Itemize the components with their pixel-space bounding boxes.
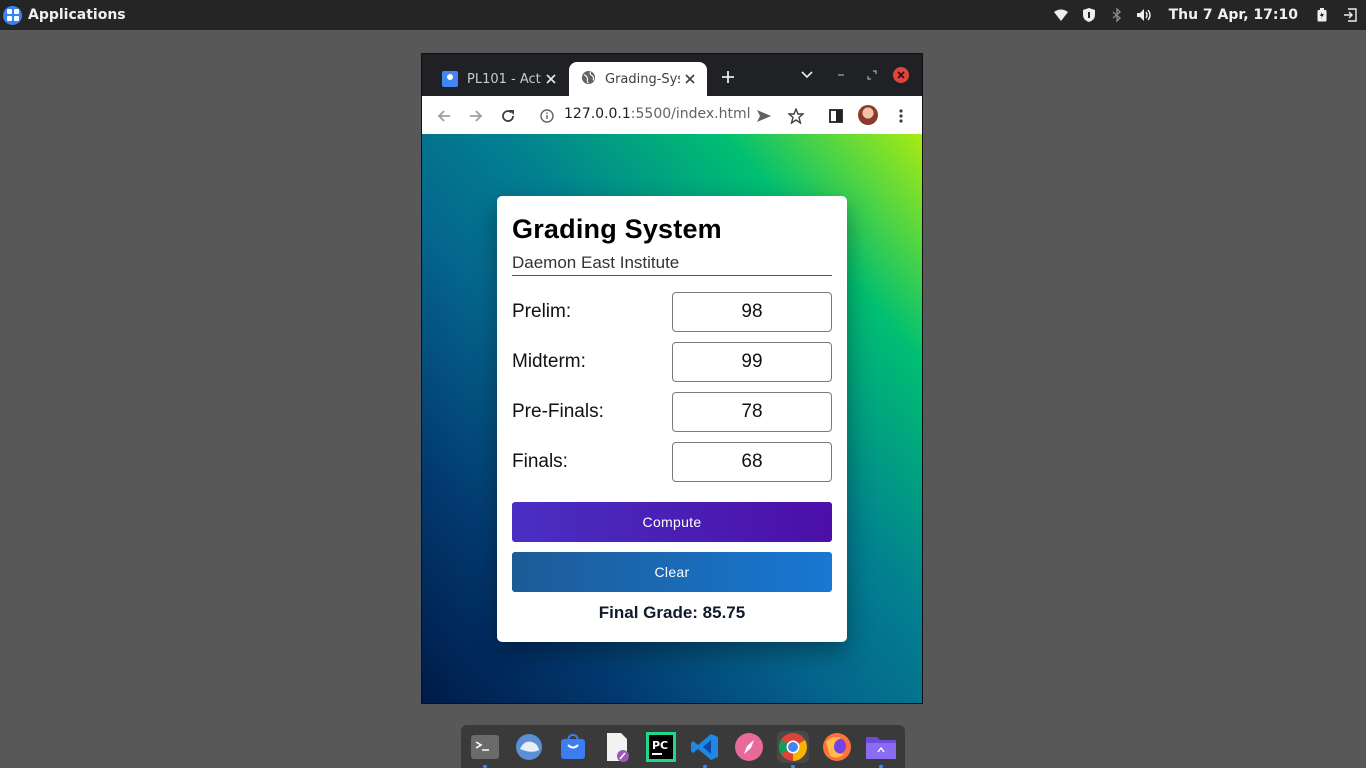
browser-toolbar: 127.0.0.1:5500/index.html <box>422 96 922 134</box>
send-icon[interactable] <box>755 107 773 125</box>
prefinals-label: Pre-Finals: <box>512 401 604 422</box>
page-viewport: Grading System Daemon East Institute Pre… <box>422 134 922 703</box>
applications-label: Applications <box>28 7 126 23</box>
minimize-button[interactable] <box>834 67 848 83</box>
mail-icon[interactable] <box>513 731 545 763</box>
battery-icon[interactable] <box>1314 7 1330 23</box>
page-title: Grading System <box>512 214 722 244</box>
applications-menu[interactable]: Applications <box>0 0 126 30</box>
vscode-icon[interactable] <box>689 731 721 768</box>
tab-bar: PL101 - Activ Grading-Syst <box>422 54 922 96</box>
address-bar[interactable]: 127.0.0.1:5500/index.html <box>564 106 751 122</box>
tab-search-button[interactable] <box>800 67 814 83</box>
prelim-label: Prelim: <box>512 301 572 322</box>
midterm-input[interactable] <box>672 342 832 382</box>
midterm-label: Midterm: <box>512 351 586 372</box>
volume-icon[interactable] <box>1136 7 1153 23</box>
applications-icon <box>3 5 22 25</box>
close-icon[interactable] <box>544 72 558 86</box>
logout-icon[interactable] <box>1342 7 1358 23</box>
menu-dots-icon[interactable] <box>892 107 910 125</box>
text-editor-icon[interactable] <box>601 731 633 763</box>
store-icon[interactable] <box>557 731 589 763</box>
top-panel: Applications Thu 7 Apr, 17:10 <box>0 0 1366 30</box>
tab-title: PL101 - Activ <box>467 71 542 87</box>
institute-name: Daemon East Institute <box>512 253 680 272</box>
final-grade: Final Grade: 85.75 <box>598 603 746 622</box>
wifi-icon[interactable] <box>1053 7 1069 23</box>
bookmark-star-icon[interactable] <box>787 107 805 125</box>
globe-icon <box>581 70 596 89</box>
clear-button[interactable]: Clear <box>512 552 832 592</box>
forward-button[interactable] <box>467 107 485 125</box>
url-host: 127.0.0.1 <box>564 106 631 122</box>
system-tray: Thu 7 Apr, 17:10 <box>1053 0 1366 30</box>
clock[interactable]: Thu 7 Apr, 17:10 <box>1169 7 1298 23</box>
finals-input[interactable] <box>672 442 832 482</box>
finals-label: Finals: <box>512 451 568 472</box>
new-tab-button[interactable] <box>720 69 736 85</box>
window-close-button[interactable] <box>893 67 909 83</box>
prelim-input[interactable] <box>672 292 832 332</box>
folder-icon[interactable] <box>865 731 897 768</box>
maximize-button[interactable] <box>865 67 879 83</box>
compass-icon[interactable] <box>733 731 765 763</box>
bluetooth-icon[interactable] <box>1109 7 1125 23</box>
url-path: :5500/index.html <box>630 106 751 122</box>
firefox-icon[interactable] <box>821 731 853 763</box>
security-icon[interactable] <box>1081 7 1097 23</box>
site-info-icon[interactable] <box>540 108 554 123</box>
dock: PC <box>461 725 905 768</box>
chrome-icon[interactable] <box>777 731 809 768</box>
tab-grading-system[interactable]: Grading-Syst <box>569 62 707 96</box>
side-panel-icon[interactable] <box>827 107 845 125</box>
compute-button[interactable]: Compute <box>512 502 832 542</box>
profile-avatar[interactable] <box>858 105 878 125</box>
svg-text:PC: PC <box>652 739 668 752</box>
divider <box>512 275 832 276</box>
tab-pl101[interactable]: PL101 - Activ <box>432 62 568 96</box>
prefinals-input[interactable] <box>672 392 832 432</box>
tab-title: Grading-Syst <box>605 71 680 87</box>
terminal-icon[interactable] <box>469 731 501 768</box>
pycharm-icon[interactable]: PC <box>645 731 677 763</box>
grading-card: Grading System Daemon East Institute Pre… <box>497 196 847 642</box>
close-icon[interactable] <box>683 72 697 86</box>
reload-button[interactable] <box>499 107 517 125</box>
classroom-icon <box>442 71 458 87</box>
browser-window: PL101 - Activ Grading-Syst <box>421 53 923 704</box>
back-button[interactable] <box>435 107 453 125</box>
